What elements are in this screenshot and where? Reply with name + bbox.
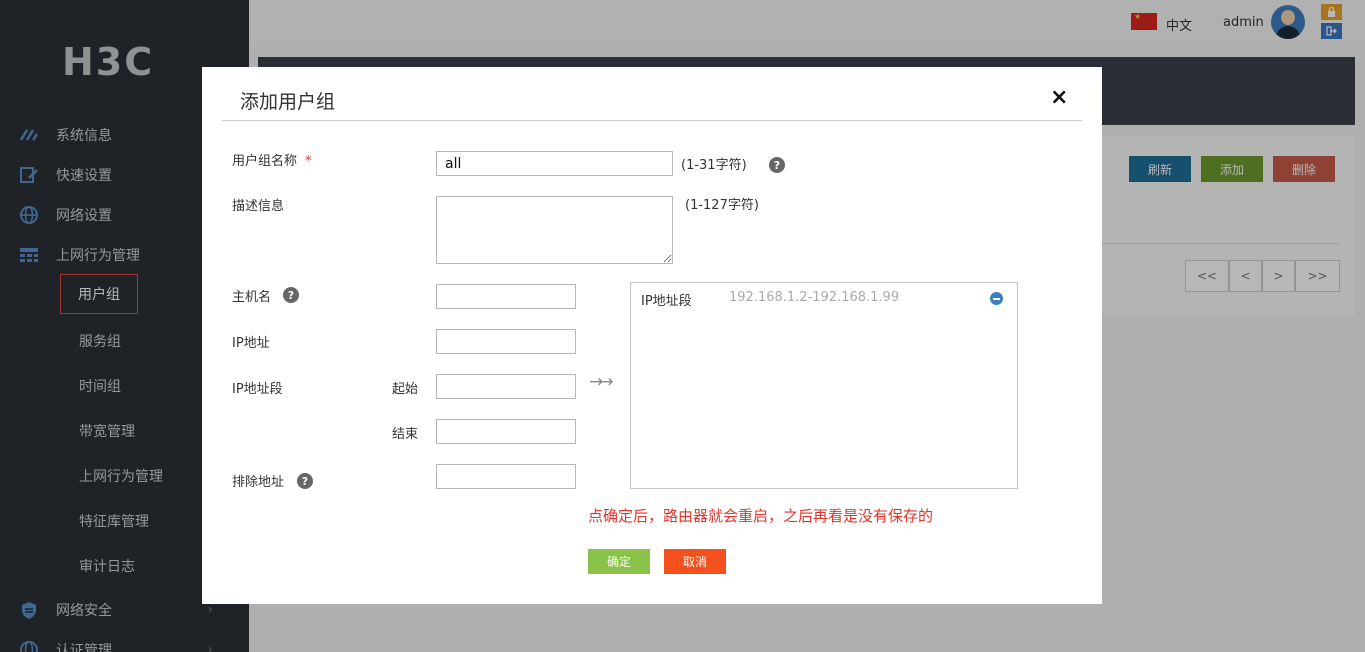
help-icon[interactable]: ?: [769, 157, 785, 173]
add-to-list-arrows-icon[interactable]: →→: [589, 372, 613, 392]
group-name-input[interactable]: [436, 151, 673, 176]
ip-input[interactable]: [436, 329, 576, 354]
ip-range-label: IP地址段: [232, 382, 283, 397]
exclude-label: 排除地址: [232, 475, 285, 490]
remove-icon[interactable]: [990, 292, 1003, 305]
help-icon[interactable]: ?: [283, 287, 299, 303]
ok-button[interactable]: 确定: [588, 549, 650, 574]
hostname-input[interactable]: [436, 284, 576, 309]
title-divider: [222, 120, 1082, 121]
ip-range-end-input[interactable]: [436, 419, 576, 444]
dialog-title: 添加用户组: [240, 91, 336, 113]
group-name-label: 用户组名称 *: [232, 154, 312, 169]
description-label: 描述信息: [232, 199, 285, 214]
ip-range-end-label: 结束: [392, 427, 419, 442]
ip-range-start-label: 起始: [392, 382, 419, 397]
exclude-input[interactable]: [436, 464, 576, 489]
hostname-label: 主机名: [232, 290, 272, 305]
required-marker: *: [305, 154, 312, 169]
help-icon[interactable]: ?: [297, 473, 313, 489]
add-user-group-dialog: 添加用户组 × 用户组名称* (1-31字符) ? 描述信息 (1-127字符)…: [202, 67, 1102, 604]
warning-text: 点确定后，路由器就会重启，之后再看是没有保存的: [588, 507, 934, 525]
cancel-button[interactable]: 取消: [664, 549, 726, 574]
description-hint: (1-127字符): [685, 198, 759, 213]
list-item-type: IP地址段: [641, 294, 692, 309]
close-icon[interactable]: ×: [1050, 85, 1068, 110]
address-list: IP地址段 192.168.1.2-192.168.1.99: [630, 282, 1018, 489]
description-textarea[interactable]: [436, 196, 673, 264]
ip-range-start-input[interactable]: [436, 374, 576, 399]
ip-label: IP地址: [232, 336, 270, 351]
list-item-value: 192.168.1.2-192.168.1.99: [729, 290, 900, 305]
group-name-hint: (1-31字符): [681, 158, 747, 173]
